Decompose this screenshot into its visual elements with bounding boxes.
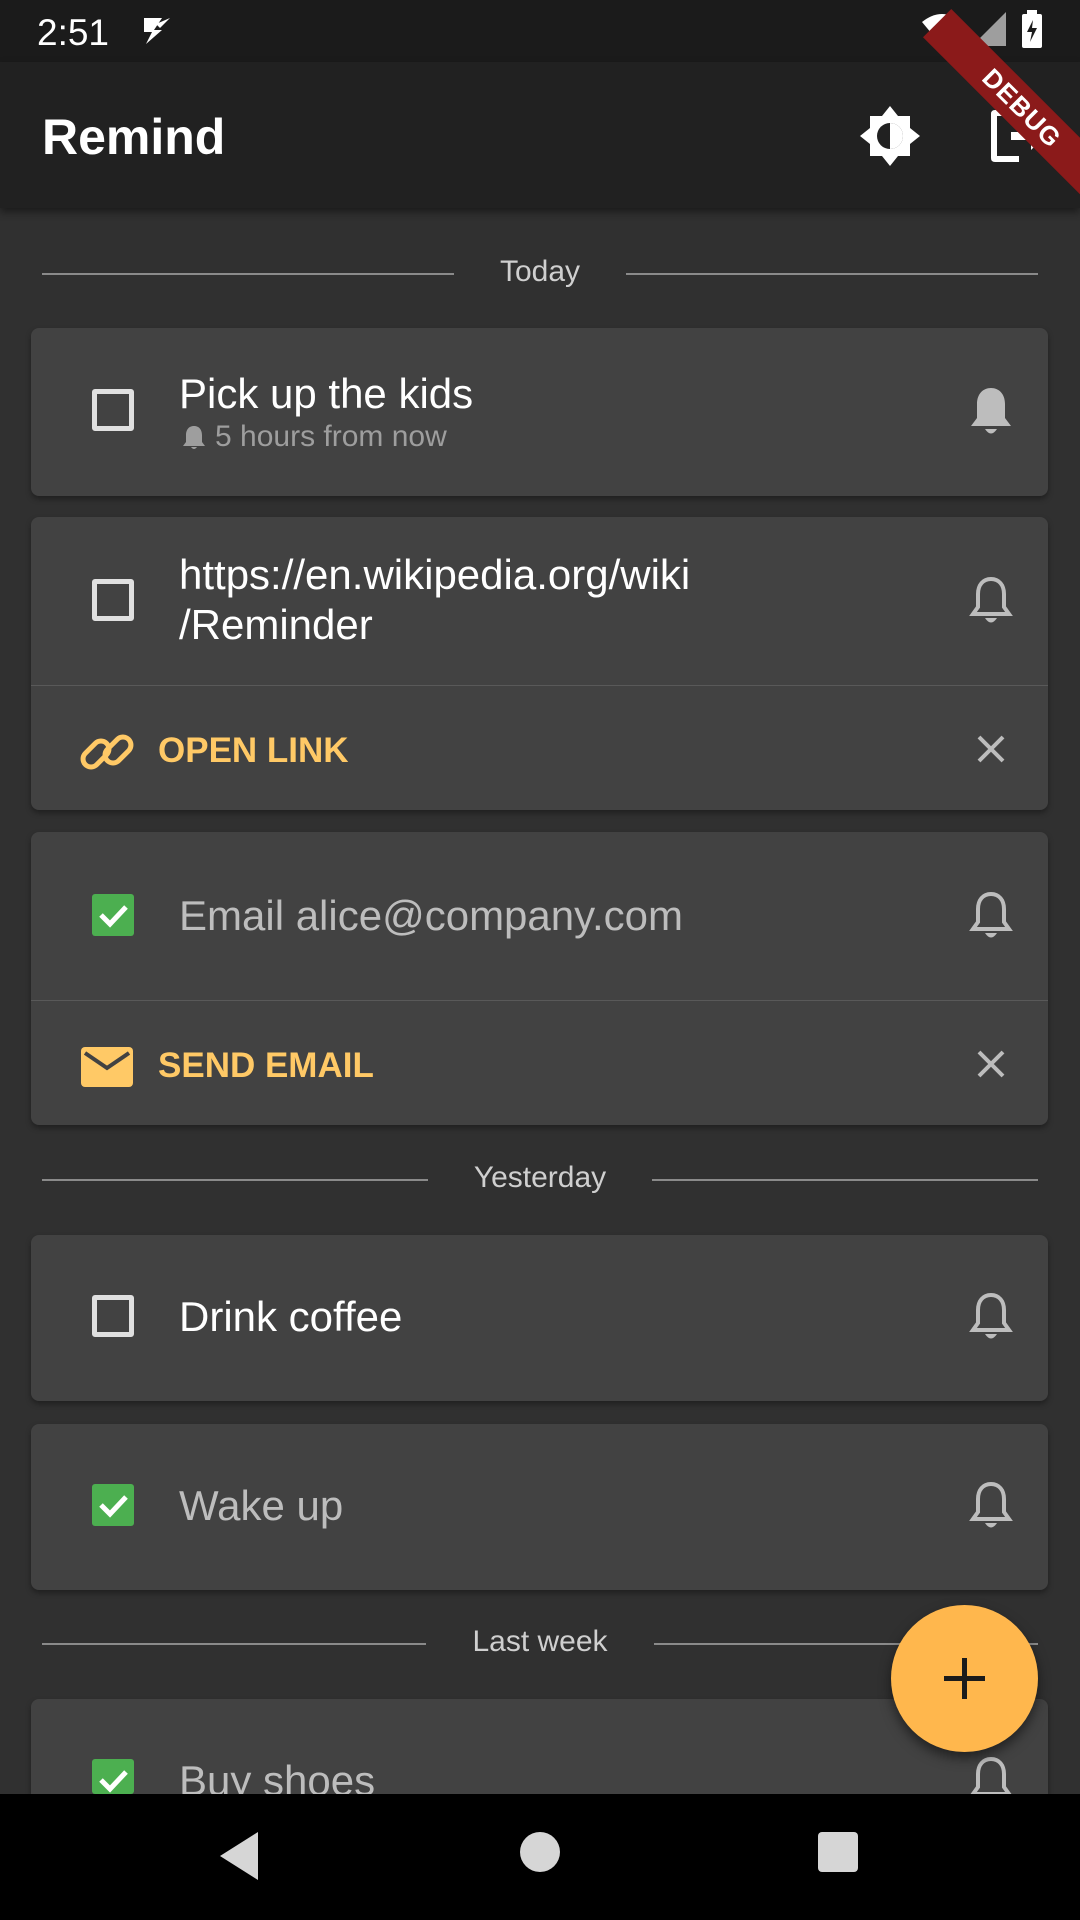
section-header-last-week: Last week bbox=[42, 1619, 1038, 1669]
open-link-button[interactable]: OPEN LINK bbox=[158, 731, 349, 771]
bell-active-icon[interactable] bbox=[963, 384, 1019, 440]
checkbox[interactable] bbox=[92, 389, 134, 431]
link-icon bbox=[80, 734, 134, 770]
bell-outline-icon[interactable] bbox=[963, 1753, 1019, 1794]
reminder-title: Email alice@company.com bbox=[179, 892, 684, 939]
checkbox-checked[interactable] bbox=[92, 1484, 134, 1526]
reminder-title: Buy shoes bbox=[179, 1757, 376, 1794]
check-icon bbox=[99, 1495, 128, 1518]
section-label: Last week bbox=[472, 1625, 608, 1658]
reminder-card[interactable]: Pick up the kids 5 hours from now bbox=[31, 328, 1048, 496]
reminder-title: Drink coffee bbox=[179, 1293, 403, 1340]
home-icon[interactable] bbox=[520, 1832, 560, 1872]
plus-icon bbox=[944, 1658, 985, 1699]
send-email-button[interactable]: SEND EMAIL bbox=[158, 1046, 374, 1086]
section-label: Yesterday bbox=[473, 1161, 607, 1194]
close-icon[interactable] bbox=[963, 1036, 1019, 1092]
card-divider bbox=[31, 1000, 1048, 1001]
reminder-title-line1: https://en.wikipedia.org/wiki bbox=[179, 551, 691, 598]
reminder-card[interactable]: Buy shoes bbox=[31, 1699, 1048, 1794]
reminder-card[interactable]: Wake up bbox=[31, 1424, 1048, 1590]
bell-small-icon bbox=[183, 426, 205, 449]
status-bar: 2:51 bbox=[0, 0, 1080, 62]
checkbox[interactable] bbox=[92, 579, 134, 621]
battery-icon bbox=[1022, 10, 1042, 48]
reminder-card[interactable]: Email alice@company.com SEND EMAIL bbox=[31, 832, 1048, 1125]
reminder-title-line2: /Reminder bbox=[179, 601, 373, 648]
section-header-yesterday: Yesterday bbox=[42, 1155, 1038, 1205]
clip-region: Buy shoes bbox=[31, 1699, 1048, 1794]
reminder-title: Wake up bbox=[179, 1482, 344, 1529]
add-reminder-button[interactable] bbox=[891, 1605, 1038, 1752]
section-header-today: Today bbox=[42, 249, 1038, 299]
close-icon[interactable] bbox=[963, 721, 1019, 777]
checkbox-checked[interactable] bbox=[92, 894, 134, 936]
card-divider bbox=[31, 685, 1048, 686]
check-icon bbox=[99, 905, 128, 928]
app-title: Remind bbox=[42, 109, 226, 165]
reminder-card[interactable]: https://en.wikipedia.org/wiki /Reminder … bbox=[31, 517, 1048, 810]
notification-icon bbox=[144, 18, 170, 44]
app-bar: Remind DEBUG bbox=[0, 9, 1080, 208]
status-time: 2:51 bbox=[37, 12, 110, 53]
email-icon bbox=[81, 1047, 133, 1087]
bell-outline-icon[interactable] bbox=[963, 888, 1019, 944]
bell-outline-icon[interactable] bbox=[963, 1478, 1019, 1534]
reminder-subtitle: 5 hours from now bbox=[179, 420, 447, 454]
back-icon[interactable] bbox=[216, 1828, 262, 1884]
section-label: Today bbox=[499, 255, 581, 288]
reminder-time: 5 hours from now bbox=[215, 420, 447, 453]
reminder-title: Pick up the kids bbox=[179, 370, 474, 417]
navigation-bar bbox=[0, 1794, 1080, 1920]
recents-icon[interactable] bbox=[818, 1832, 858, 1872]
checkbox[interactable] bbox=[92, 1295, 134, 1337]
reminder-card[interactable]: Drink coffee bbox=[31, 1235, 1048, 1401]
bell-outline-icon[interactable] bbox=[963, 1289, 1019, 1345]
brightness-icon[interactable] bbox=[858, 104, 922, 168]
bell-outline-icon[interactable] bbox=[963, 573, 1019, 629]
